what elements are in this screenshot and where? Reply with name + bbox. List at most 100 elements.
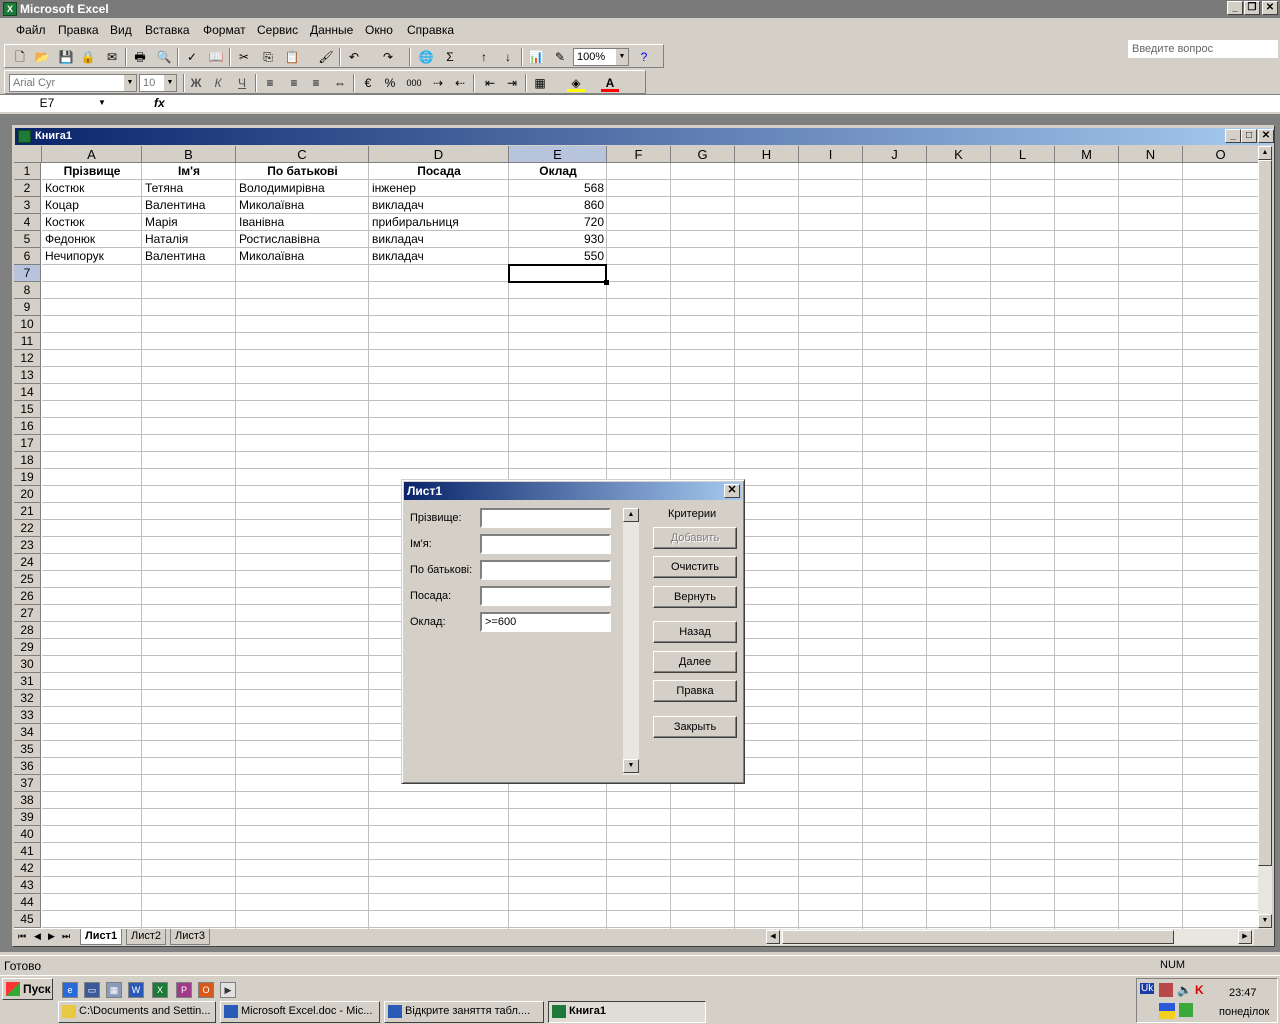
currency-icon[interactable]: €	[359, 74, 377, 92]
column-header[interactable]: O	[1183, 146, 1258, 163]
publisher-icon[interactable]: P	[176, 982, 192, 998]
sort-ascending-icon[interactable]: ↑	[475, 48, 493, 66]
underline-button[interactable]: Ч	[233, 74, 251, 92]
row-header[interactable]: 36	[14, 758, 41, 775]
menu-edit[interactable]: Правка	[58, 23, 99, 37]
scroll-thumb[interactable]	[782, 930, 1174, 944]
row-header[interactable]: 45	[14, 911, 41, 928]
autosum-icon[interactable]: Σ	[441, 48, 459, 66]
first-sheet-icon[interactable]: ⏮	[18, 931, 26, 942]
row-header[interactable]: 3	[14, 197, 41, 214]
row-header[interactable]: 43	[14, 877, 41, 894]
row-header[interactable]: 24	[14, 554, 41, 571]
row-header[interactable]: 44	[14, 894, 41, 911]
table-cell[interactable]: 568	[509, 180, 607, 197]
row-header[interactable]: 37	[14, 775, 41, 792]
insert-function-icon[interactable]: fx	[154, 96, 165, 110]
cut-icon[interactable]: ✂	[235, 48, 253, 66]
copy-icon[interactable]: ⎘	[259, 48, 277, 66]
column-header[interactable]: J	[863, 146, 927, 163]
borders-icon[interactable]: ▦	[531, 74, 549, 92]
active-cell-e7[interactable]	[508, 264, 607, 283]
menu-window[interactable]: Окно	[365, 23, 393, 37]
add-button[interactable]: Добавить	[653, 527, 737, 549]
task-word-doc[interactable]: Microsoft Excel.doc - Mic...	[220, 1001, 380, 1023]
table-cell[interactable]: 860	[509, 197, 607, 214]
table-header[interactable]: Ім'я	[142, 163, 236, 180]
table-cell[interactable]: Коцар	[42, 197, 142, 214]
align-right-icon[interactable]: ≡	[307, 74, 325, 92]
language-indicator[interactable]: Uk	[1140, 983, 1155, 994]
paste-icon[interactable]: 📋	[283, 48, 301, 66]
record-scrollbar[interactable]: ▲ ▼	[623, 508, 639, 775]
minimize-icon[interactable]: _	[1227, 1, 1243, 15]
scroll-up-icon[interactable]: ▲	[623, 508, 639, 522]
row-header[interactable]: 2	[14, 180, 41, 197]
row-header[interactable]: 21	[14, 503, 41, 520]
column-header[interactable]: E	[509, 146, 607, 163]
row-header[interactable]: 38	[14, 792, 41, 809]
clear-button[interactable]: Очистить	[653, 556, 737, 578]
edit-button[interactable]: Правка	[653, 680, 737, 702]
maximize-icon[interactable]: □	[1241, 129, 1257, 143]
row-header[interactable]: 5	[14, 231, 41, 248]
table-cell[interactable]: викладач	[369, 197, 509, 214]
column-header[interactable]: L	[991, 146, 1055, 163]
ie-icon[interactable]: e	[62, 982, 78, 998]
row-header[interactable]: 39	[14, 809, 41, 826]
table-cell[interactable]: Валентина	[142, 248, 236, 265]
next-button[interactable]: Далее	[653, 651, 737, 673]
comma-style-button[interactable]: 000	[405, 74, 423, 92]
table-cell[interactable]: Іванівна	[236, 214, 369, 231]
row-header[interactable]: 15	[14, 401, 41, 418]
save-icon[interactable]: 💾	[57, 48, 75, 66]
chart-wizard-icon[interactable]: 📊	[527, 48, 545, 66]
salary-field[interactable]	[480, 612, 611, 632]
email-icon[interactable]: ✉	[103, 48, 121, 66]
table-cell[interactable]: Ростиславівна	[236, 231, 369, 248]
format-painter-icon[interactable]: 🖌	[317, 48, 335, 66]
row-header[interactable]: 14	[14, 384, 41, 401]
row-header[interactable]: 1	[14, 163, 41, 180]
horizontal-scrollbar[interactable]: ◀ ▶	[766, 929, 1254, 945]
table-header[interactable]: Оклад	[509, 163, 607, 180]
column-header[interactable]: B	[142, 146, 236, 163]
antivirus-icon[interactable]: K	[1195, 983, 1204, 997]
open-icon[interactable]: 📂	[33, 48, 51, 66]
task-excel-book[interactable]: Книга1	[548, 1001, 706, 1023]
table-cell[interactable]: 550	[509, 248, 607, 265]
row-header[interactable]: 41	[14, 843, 41, 860]
align-left-icon[interactable]: ≡	[261, 74, 279, 92]
row-header[interactable]: 18	[14, 452, 41, 469]
scroll-up-icon[interactable]: ▲	[1258, 146, 1272, 160]
desktop-icon[interactable]: ▭	[84, 982, 100, 998]
position-field[interactable]	[480, 586, 611, 606]
table-cell[interactable]: Валентина	[142, 197, 236, 214]
zoom-select[interactable]: 100% ▼	[573, 48, 629, 66]
last-sheet-icon[interactable]: ⏭	[62, 931, 70, 942]
fill-handle[interactable]	[604, 280, 609, 285]
row-header[interactable]: 32	[14, 690, 41, 707]
row-header[interactable]: 17	[14, 435, 41, 452]
italic-button[interactable]: К	[209, 74, 227, 92]
font-color-icon[interactable]: A	[601, 74, 619, 92]
table-cell[interactable]: Наталія	[142, 231, 236, 248]
task-word-lesson[interactable]: Відкрите заняття табл....	[384, 1001, 544, 1023]
print-preview-icon[interactable]: 🔍	[155, 48, 173, 66]
row-header[interactable]: 7	[14, 265, 41, 282]
percent-button[interactable]: %	[381, 74, 399, 92]
font-size-select[interactable]: 10 ▼	[139, 74, 177, 92]
menu-insert[interactable]: Вставка	[145, 23, 190, 37]
column-header[interactable]: H	[735, 146, 799, 163]
row-header[interactable]: 30	[14, 656, 41, 673]
row-header[interactable]: 28	[14, 622, 41, 639]
menu-format[interactable]: Формат	[203, 23, 246, 37]
outlook-icon[interactable]: O	[198, 982, 214, 998]
row-header[interactable]: 12	[14, 350, 41, 367]
table-cell[interactable]: Костюк	[42, 214, 142, 231]
prev-sheet-icon[interactable]: ◀	[34, 931, 41, 942]
row-header[interactable]: 11	[14, 333, 41, 350]
table-cell[interactable]: Федонюк	[42, 231, 142, 248]
table-cell[interactable]: інженер	[369, 180, 509, 197]
spelling-icon[interactable]: ✓	[183, 48, 201, 66]
